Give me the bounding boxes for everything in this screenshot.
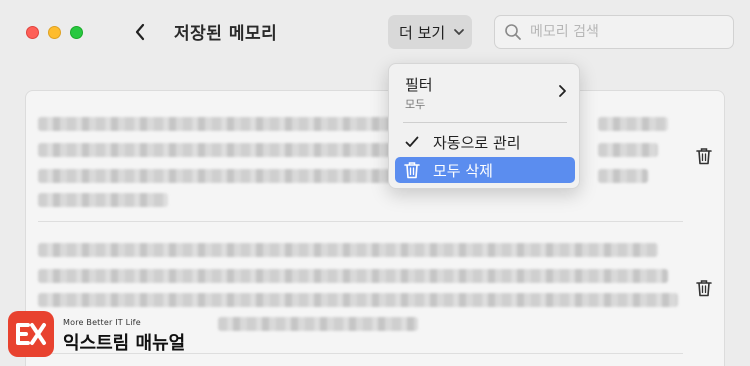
- filter-value: 모두: [405, 98, 426, 111]
- title-bar: 저장된 메모리 더 보기: [0, 0, 750, 64]
- chevron-right-icon: [559, 85, 566, 97]
- watermark-brand: 익스트림 매뉴얼: [63, 333, 186, 354]
- page-title: 저장된 메모리: [174, 24, 278, 44]
- blurred-memory-text: [38, 193, 168, 207]
- memory-item: [38, 101, 713, 221]
- row-divider: [38, 221, 683, 222]
- blurred-memory-text: [598, 117, 668, 131]
- blurred-memory-text: [38, 293, 678, 307]
- blurred-memory-text: [38, 269, 668, 283]
- zoom-window-button[interactable]: [70, 26, 83, 39]
- blurred-memory-text: [218, 317, 418, 331]
- more-button-label: 더 보기: [399, 23, 446, 42]
- back-button[interactable]: [128, 20, 152, 44]
- menu-item-delete-all[interactable]: 모두 삭제: [395, 157, 575, 183]
- menu-item-filter[interactable]: 필터 모두: [405, 74, 573, 114]
- watermark: More Better IT Life 익스트림 매뉴얼: [8, 311, 208, 359]
- filter-label: 필터: [405, 76, 433, 94]
- blurred-memory-text: [38, 243, 658, 257]
- delete-memory-button[interactable]: [693, 277, 715, 299]
- blurred-memory-text: [598, 169, 648, 183]
- watermark-tagline: More Better IT Life: [63, 318, 141, 327]
- close-window-button[interactable]: [26, 26, 39, 39]
- chevron-down-icon: [454, 29, 465, 35]
- search-icon: [505, 24, 521, 40]
- search-input[interactable]: [530, 24, 720, 40]
- checkmark-icon: [405, 136, 419, 147]
- more-menu: 필터 모두 자동으로 관리 모두 삭제: [388, 63, 580, 189]
- delete-memory-button[interactable]: [693, 145, 715, 167]
- brand-logo-icon: [8, 311, 54, 357]
- minimize-window-button[interactable]: [48, 26, 61, 39]
- more-button[interactable]: 더 보기: [388, 15, 472, 49]
- delete-all-label: 모두 삭제: [433, 161, 493, 180]
- trash-icon: [404, 162, 420, 179]
- search-field[interactable]: [494, 15, 734, 49]
- menu-item-auto-manage[interactable]: 자동으로 관리: [395, 129, 575, 155]
- app-window: 저장된 메모리 더 보기 메모리 검색 필터 모두 자동으로 관리 모두 삭제 …: [0, 0, 750, 366]
- blurred-memory-text: [598, 143, 658, 157]
- blurred-memory-text: [38, 169, 418, 183]
- chevron-left-icon: [135, 23, 145, 41]
- trash-icon: [696, 148, 712, 165]
- menu-separator: [403, 122, 567, 123]
- auto-manage-label: 자동으로 관리: [433, 133, 521, 152]
- trash-icon: [696, 280, 712, 297]
